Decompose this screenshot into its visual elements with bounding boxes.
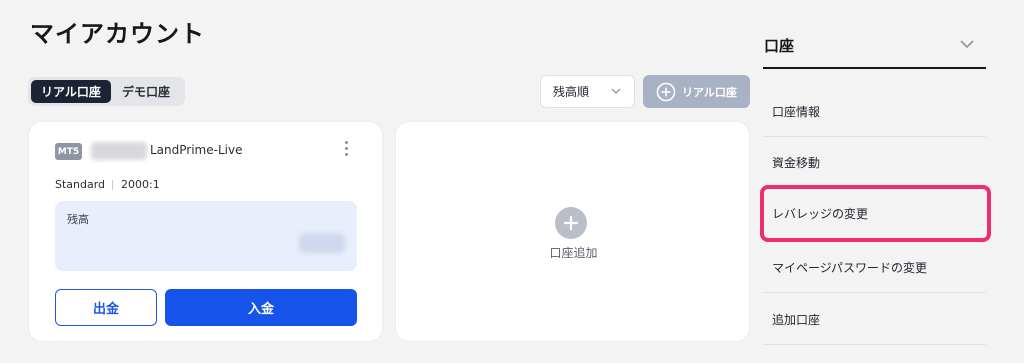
sort-select-value: 残高順: [553, 85, 590, 99]
chevron-down-icon[interactable]: [959, 37, 975, 51]
menu-item-label: 口座情報: [772, 105, 821, 119]
withdraw-button[interactable]: 出金: [55, 289, 157, 326]
menu-item-label: マイページパスワードの変更: [772, 261, 928, 275]
add-account-card[interactable]: 口座追加: [395, 121, 750, 342]
sort-select[interactable]: 残高順: [540, 75, 635, 108]
account-card: MT5 LandPrime-Live Standard 2000:1 残高 出金…: [28, 121, 383, 342]
balance-label: 残高: [67, 213, 89, 226]
menu-item-additional-account[interactable]: 追加口座: [763, 295, 986, 345]
account-server-name: LandPrime-Live: [150, 143, 243, 157]
menu-item-password-change[interactable]: マイページパスワードの変更: [763, 243, 986, 293]
tab-demo-account[interactable]: デモ口座: [111, 80, 181, 103]
balance-box: 残高: [55, 201, 357, 271]
account-type-tabs: リアル口座 デモ口座: [28, 77, 185, 106]
balance-value-blurred: [299, 233, 345, 253]
menu-item-label: 追加口座: [772, 313, 821, 327]
menu-item-account-info[interactable]: 口座情報: [763, 87, 986, 137]
page-title: マイアカウント: [30, 20, 205, 48]
side-panel-divider: [763, 67, 986, 69]
more-options-icon[interactable]: [342, 139, 350, 161]
account-type: Standard: [55, 178, 106, 191]
plus-circle-icon: [656, 82, 676, 101]
platform-badge: MT5: [55, 143, 82, 160]
plus-circle-icon[interactable]: [555, 207, 587, 239]
deposit-button[interactable]: 入金: [165, 289, 357, 326]
menu-item-label: 資金移動: [772, 156, 821, 170]
account-leverage: 2000:1: [121, 178, 160, 191]
side-panel-title: 口座: [764, 37, 795, 55]
highlight-box: [760, 185, 991, 242]
account-number-blurred: [91, 142, 147, 160]
menu-item-fund-transfer[interactable]: 資金移動: [763, 138, 986, 188]
chevron-down-icon: [611, 88, 621, 95]
add-real-account-button[interactable]: リアル口座: [643, 75, 750, 108]
add-real-account-label: リアル口座: [682, 85, 737, 99]
divider: [112, 180, 113, 190]
tab-real-account[interactable]: リアル口座: [31, 80, 111, 103]
add-account-label: 口座追加: [549, 246, 598, 260]
